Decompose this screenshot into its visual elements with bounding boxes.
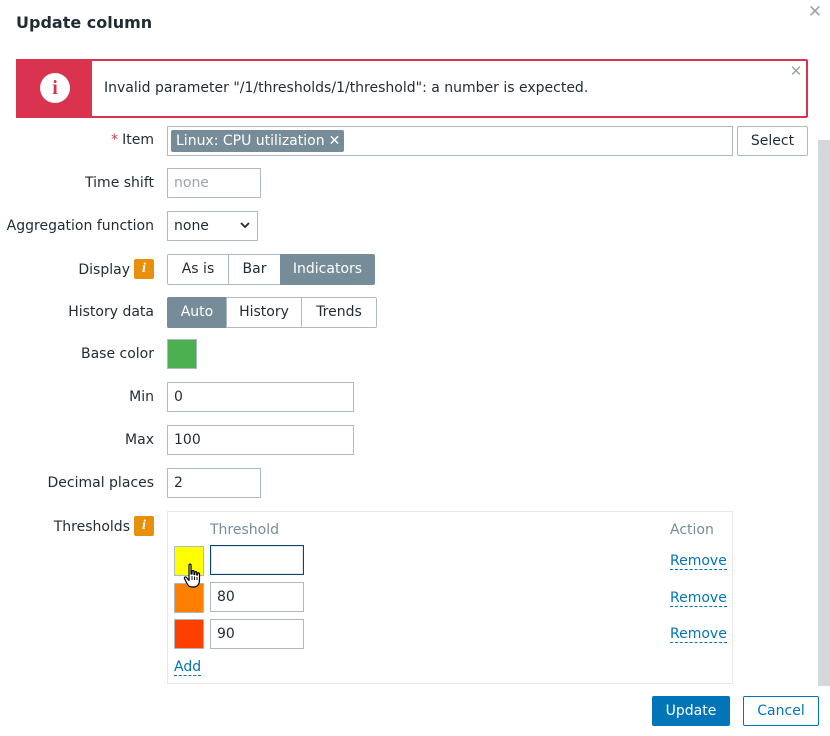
display-option-indicators[interactable]: Indicators [280, 254, 375, 285]
select-item-button[interactable]: Select [737, 126, 808, 156]
info-icon[interactable]: i [134, 259, 154, 279]
display-option-bar[interactable]: Bar [228, 254, 281, 285]
min-label: Min [129, 389, 154, 405]
remove-threshold-link[interactable]: Remove [670, 626, 727, 643]
aggregation-value: none [174, 218, 209, 234]
base-color-label: Base color [80, 346, 154, 362]
history-segmented: Auto History Trends [167, 297, 377, 328]
error-message-text: Invalid parameter "/1/thresholds/1/thres… [104, 80, 589, 96]
dialog-title: Update column [16, 13, 153, 32]
chevron-down-icon [239, 212, 251, 250]
history-data-label: History data [68, 304, 154, 320]
display-option-as-is[interactable]: As is [167, 254, 229, 285]
threshold-column-header: Threshold [210, 522, 279, 538]
max-label: Max [125, 432, 154, 448]
error-icon-area: i [16, 59, 92, 118]
remove-tag-icon[interactable]: ✕ [329, 133, 341, 149]
history-option-history[interactable]: History [226, 297, 302, 328]
scrollbar[interactable] [818, 140, 830, 686]
item-label-text: Item [122, 132, 154, 148]
item-tag-label: Linux: CPU utilization [176, 133, 325, 149]
threshold-color-swatch[interactable] [174, 619, 204, 649]
base-color-swatch[interactable] [167, 339, 197, 369]
threshold-input[interactable] [210, 545, 304, 575]
min-input[interactable]: 0 [167, 382, 354, 412]
history-option-trends[interactable]: Trends [301, 297, 377, 328]
item-label: * Item [111, 131, 154, 149]
max-input[interactable]: 100 [167, 425, 354, 455]
display-label: Display i [78, 259, 154, 280]
time-shift-input[interactable]: none [167, 168, 261, 198]
decimal-places-input[interactable]: 2 [167, 468, 261, 498]
cancel-button[interactable]: Cancel [743, 696, 819, 726]
history-option-auto[interactable]: Auto [167, 297, 227, 328]
thresholds-label-text: Thresholds [53, 519, 130, 535]
item-multiselect[interactable]: Linux: CPU utilization ✕ [167, 126, 733, 156]
hand-cursor-icon [183, 563, 203, 589]
threshold-input[interactable]: 80 [210, 582, 304, 612]
time-shift-label: Time shift [85, 175, 154, 191]
action-column-header: Action [670, 522, 714, 538]
display-label-text: Display [78, 262, 130, 278]
decimal-places-label: Decimal places [47, 475, 155, 491]
required-mark: * [111, 132, 119, 148]
threshold-input[interactable]: 90 [210, 619, 304, 649]
update-button[interactable]: Update [652, 696, 730, 726]
display-segmented: As is Bar Indicators [167, 254, 375, 285]
close-icon[interactable]: ✕ [806, 3, 824, 21]
item-tag: Linux: CPU utilization ✕ [171, 130, 345, 152]
aggregation-label: Aggregation function [6, 218, 154, 234]
close-icon[interactable]: ✕ [788, 63, 804, 79]
remove-threshold-link[interactable]: Remove [670, 553, 727, 570]
remove-threshold-link[interactable]: Remove [670, 590, 727, 607]
error-message-box: i Invalid parameter "/1/thresholds/1/thr… [16, 59, 808, 118]
aggregation-select[interactable]: none [167, 211, 258, 241]
add-threshold-link[interactable]: Add [174, 659, 202, 676]
info-icon[interactable]: i [134, 516, 154, 536]
update-column-dialog: Update column ✕ i Invalid parameter "/1/… [0, 0, 830, 736]
info-circle-icon: i [40, 73, 70, 103]
thresholds-label: Thresholds i [53, 516, 154, 537]
